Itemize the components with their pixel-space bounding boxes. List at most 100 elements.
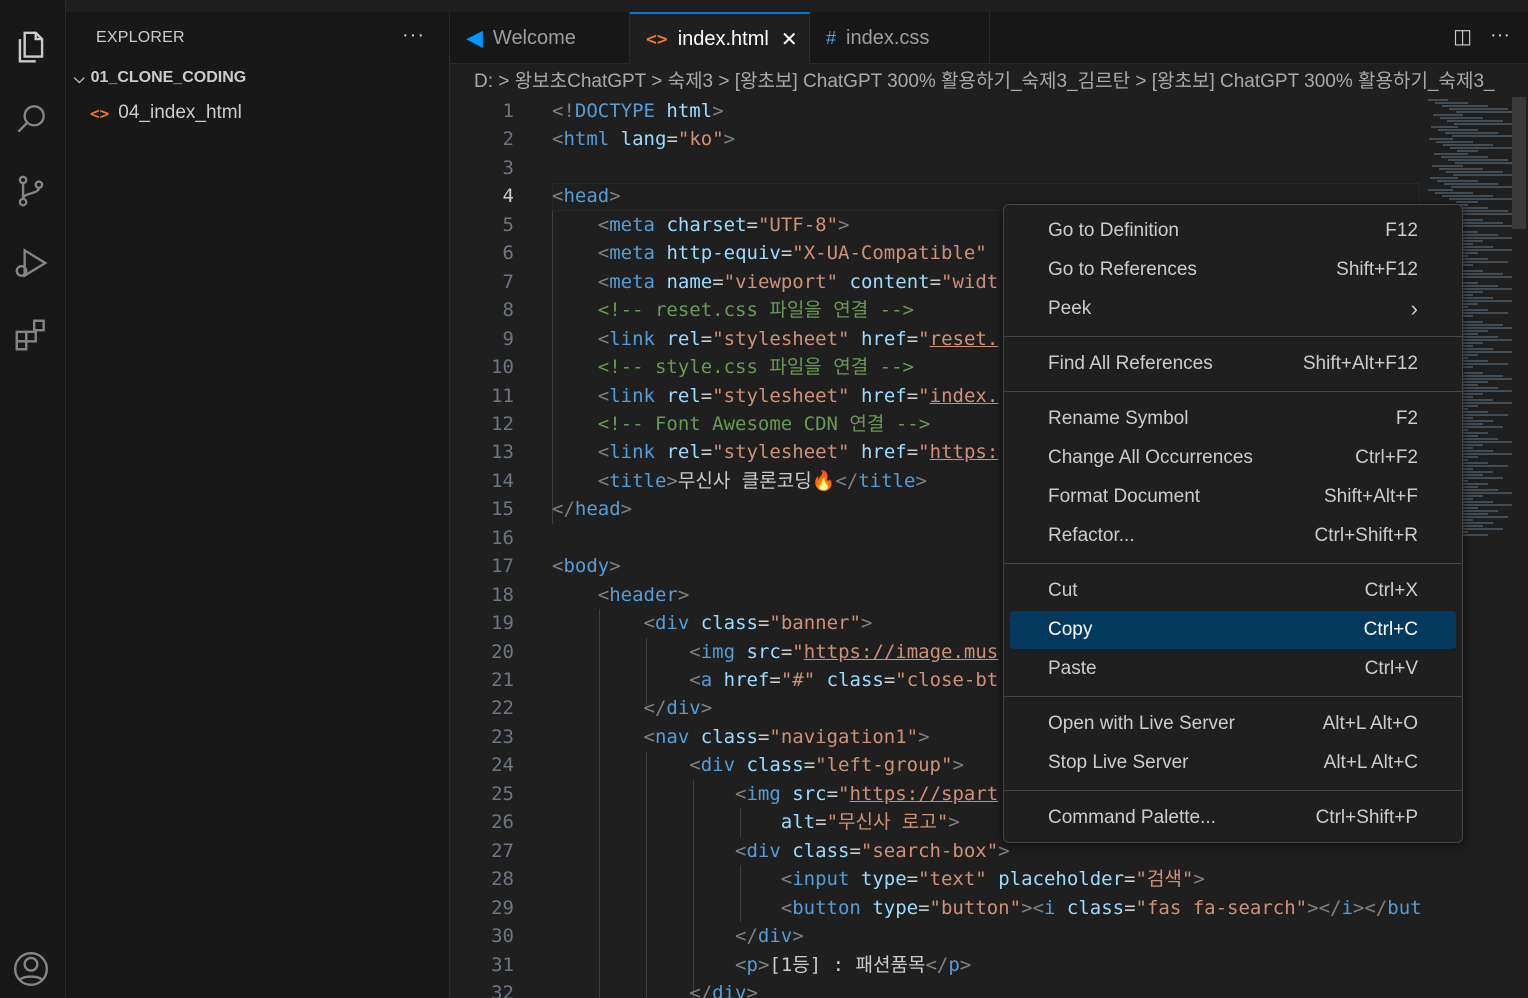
tab-index-css[interactable]: # index.css: [810, 12, 990, 64]
line-number: 12: [491, 412, 514, 435]
menu-item-label: Refactor...: [1048, 525, 1135, 546]
menu-item-find-all-references[interactable]: Find All References Shift+Alt+F12: [1010, 345, 1456, 383]
menu-item-shortcut: F12: [1385, 220, 1418, 241]
line-number: 2: [502, 128, 514, 151]
code-line[interactable]: 30 </div>: [450, 922, 1420, 950]
menu-item-label: Find All References: [1048, 353, 1213, 374]
line-number: 5: [502, 213, 514, 236]
explorer-files-icon[interactable]: [8, 24, 54, 70]
minimap-line: [1447, 120, 1503, 122]
code-text: alt="무신사 로고">: [780, 811, 960, 834]
menu-item-stop-live-server[interactable]: Stop Live Server Alt+L Alt+C: [1010, 744, 1456, 782]
menu-item-command-palette[interactable]: Command Palette... Ctrl+Shift+P: [1010, 799, 1456, 837]
menu-item-shortcut: Shift+F12: [1336, 259, 1418, 280]
minimap-line: [1449, 108, 1508, 110]
menu-item-shortcut: Shift+Alt+F: [1324, 486, 1418, 507]
breadcrumb[interactable]: D: > 왕보초ChatGPT > 숙제3 > [왕초보] ChatGPT 30…: [474, 66, 1528, 93]
code-text: <img src="https://image.mus: [689, 640, 999, 663]
line-number: 20: [491, 640, 514, 663]
code-line[interactable]: 2 <html lang="ko">: [450, 125, 1420, 153]
menu-item-go-to-references[interactable]: Go to References Shift+F12: [1010, 251, 1456, 289]
minimap-line: [1446, 171, 1503, 173]
minimap-line: [1435, 102, 1468, 104]
menu-item-label: Go to References: [1048, 259, 1197, 280]
scrollbar-thumb[interactable]: [1512, 97, 1526, 229]
code-text: <link rel="stylesheet" href="index.: [597, 384, 999, 407]
minimap-line: [1430, 177, 1458, 179]
minimap-line: [1457, 510, 1498, 512]
code-text: <!-- Font Awesome CDN 연결 -->: [597, 412, 931, 435]
minimap-line: [1436, 141, 1473, 143]
minimap-line: [1448, 159, 1508, 161]
minimap-line: [1450, 147, 1513, 149]
line-number: 22: [491, 697, 514, 720]
tab-welcome[interactable]: ◀ Welcome: [450, 12, 630, 64]
account-icon[interactable]: [8, 946, 54, 992]
code-line[interactable]: 1 <!DOCTYPE html>: [450, 97, 1420, 125]
code-text: <link rel="stylesheet" href="https:: [597, 441, 999, 464]
file-item[interactable]: <> 04_index_html: [90, 102, 242, 124]
code-text: <header>: [597, 583, 690, 606]
editor-actions: ◫ ···: [1453, 24, 1510, 49]
tab-bar: ◀ Welcome <> index.html ✕ # index.css ◫ …: [450, 12, 1528, 64]
code-line[interactable]: 32 </div>: [450, 979, 1420, 998]
more-actions-icon[interactable]: ···: [1490, 24, 1510, 49]
code-text: <body>: [552, 555, 621, 578]
split-editor-icon[interactable]: ◫: [1453, 24, 1472, 49]
line-number: 9: [502, 327, 514, 350]
css-file-icon: #: [826, 27, 837, 48]
menu-item-open-live-server[interactable]: Open with Live Server Alt+L Alt+O: [1010, 705, 1456, 743]
code-line[interactable]: 28 <input type="text" placeholder="검색">: [450, 865, 1420, 893]
code-line[interactable]: 31 <p>[1등] : 패션품목</p>: [450, 951, 1420, 979]
line-number: 24: [491, 754, 514, 777]
line-number: 3: [502, 156, 514, 179]
minimap-line: [1435, 192, 1473, 194]
close-icon[interactable]: ✕: [781, 27, 798, 52]
code-line[interactable]: 3: [450, 154, 1420, 182]
menu-item-shortcut: F2: [1395, 408, 1418, 429]
line-number: 21: [491, 669, 514, 691]
menu-item-refactor[interactable]: Refactor... Ctrl+Shift+R: [1010, 517, 1456, 555]
line-number: 25: [491, 782, 514, 805]
menu-item-label: Change All Occurrences: [1048, 447, 1253, 468]
folder-item[interactable]: ⌵ 01_CLONE_CODING: [74, 69, 246, 87]
menu-item-paste[interactable]: Paste Ctrl+V: [1010, 650, 1456, 688]
menu-item-label: Peek: [1048, 298, 1092, 319]
menu-item-label: Go to Definition: [1048, 220, 1179, 241]
menu-item-label: Open with Live Server: [1048, 713, 1235, 734]
line-number: 32: [491, 981, 514, 998]
vertical-scrollbar[interactable]: [1512, 97, 1528, 998]
line-number: 11: [491, 384, 514, 407]
tab-label: Welcome: [492, 26, 576, 49]
menu-separator: [1004, 336, 1462, 337]
menu-item-rename-symbol[interactable]: Rename Symbol F2: [1010, 400, 1456, 438]
menu-item-copy[interactable]: Copy Ctrl+C: [1010, 611, 1456, 649]
search-icon[interactable]: [8, 96, 54, 142]
chevron-right-icon: ›: [1410, 296, 1418, 321]
tab-index-html[interactable]: <> index.html ✕: [630, 12, 810, 64]
extensions-icon[interactable]: [8, 312, 54, 358]
menu-item-shortcut: Shift+Alt+F12: [1302, 353, 1418, 374]
code-text: </head>: [552, 498, 633, 521]
menu-item-peek[interactable]: Peek ›: [1010, 290, 1456, 328]
run-debug-icon[interactable]: [8, 240, 54, 286]
line-number: 17: [491, 555, 514, 578]
menu-item-cut[interactable]: Cut Ctrl+X: [1010, 572, 1456, 610]
menu-item-label: Stop Live Server: [1048, 752, 1189, 773]
menu-item-label: Cut: [1048, 580, 1078, 601]
menu-item-format-document[interactable]: Format Document Shift+Alt+F: [1010, 478, 1456, 516]
menu-item-go-to-definition[interactable]: Go to Definition F12: [1010, 212, 1456, 250]
code-text: </div>: [689, 981, 758, 998]
more-actions-icon[interactable]: ···: [402, 24, 425, 47]
tab-label: index.html: [677, 27, 769, 50]
source-control-icon[interactable]: [8, 168, 54, 214]
tab-label: index.css: [846, 26, 930, 49]
menu-item-change-all-occurrences[interactable]: Change All Occurrences Ctrl+F2: [1010, 439, 1456, 477]
minimap-line: [1456, 201, 1478, 203]
minimap-line: [1452, 135, 1518, 137]
code-text: <link rel="stylesheet" href="reset.: [597, 327, 999, 350]
minimap-line: [1442, 195, 1493, 197]
code-text: <img src="https://spart: [735, 782, 999, 805]
minimap-line: [1432, 165, 1463, 167]
code-line[interactable]: 29 <button type="button"><i class="fas f…: [450, 894, 1420, 922]
